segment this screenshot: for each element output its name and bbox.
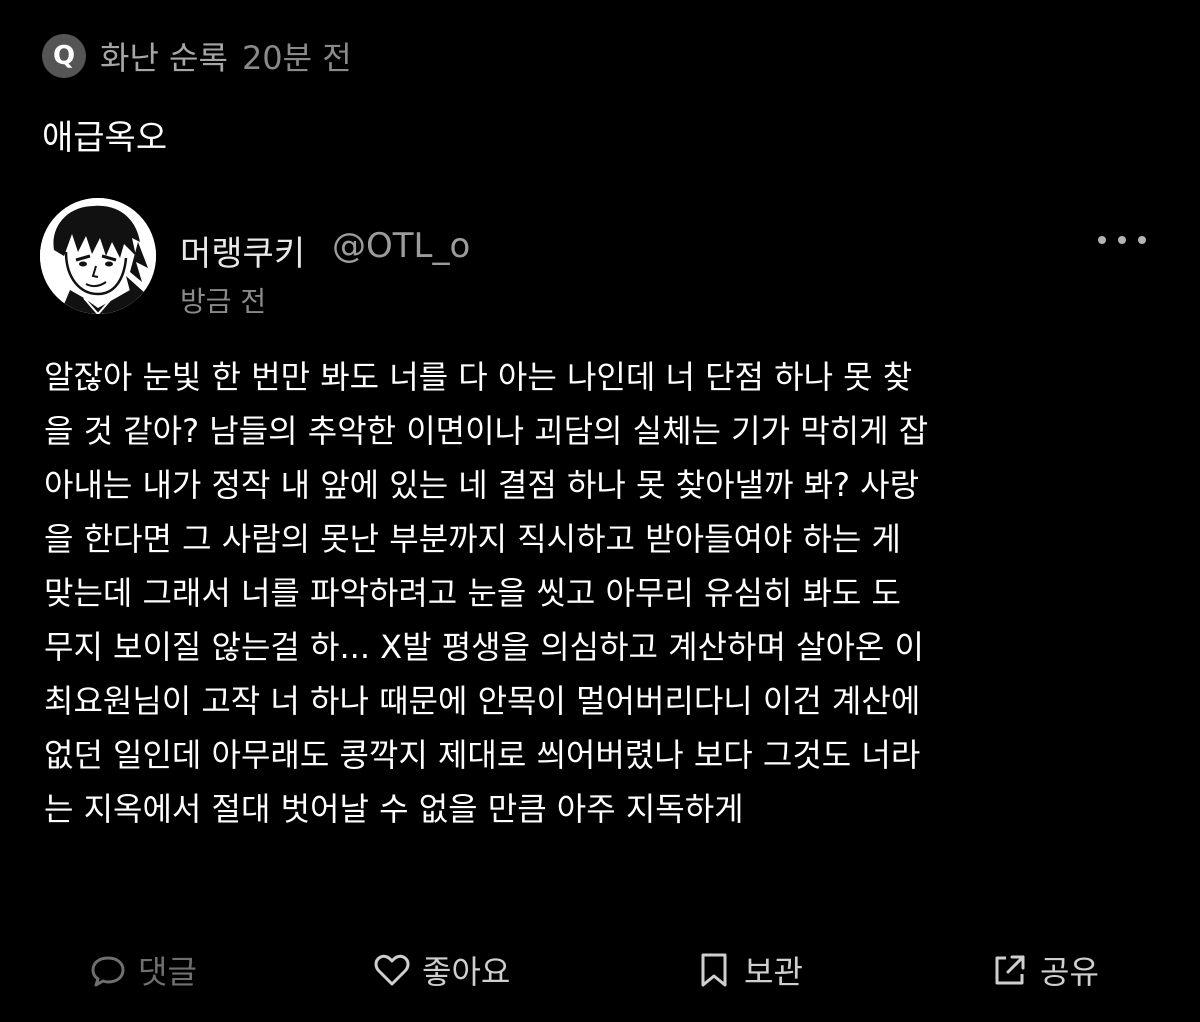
bookmark-icon bbox=[701, 953, 727, 987]
community-header[interactable]: Q 화난 순록 20분 전 bbox=[42, 34, 352, 78]
community-post-time: 20분 전 bbox=[241, 39, 352, 77]
post-body-line: 는 지옥에서 절대 벗어날 수 없을 만큼 아주 지독하게 bbox=[44, 790, 744, 828]
share-button[interactable]: 공유 bbox=[990, 940, 1099, 1000]
author-avatar[interactable] bbox=[40, 198, 156, 314]
post-body-line: 맞는데 그래서 너를 파악하려고 눈을 씻고 아무리 유심히 봐도 도 bbox=[44, 574, 901, 612]
post-time: 방금 전 bbox=[180, 285, 267, 318]
more-options-button[interactable] bbox=[1096, 222, 1148, 258]
more-dot-icon bbox=[1118, 236, 1126, 244]
post-title: 애급옥오 bbox=[42, 118, 168, 158]
comment-button[interactable]: 댓글 bbox=[88, 940, 197, 1000]
save-button[interactable]: 보관 bbox=[694, 940, 803, 1000]
share-label: 공유 bbox=[1040, 953, 1099, 991]
community-name[interactable]: 화난 순록 bbox=[100, 33, 228, 79]
manga-character-avatar-icon bbox=[40, 198, 156, 314]
more-dot-icon bbox=[1138, 236, 1146, 244]
post-body: 알잖아 눈빛 한 번만 봐도 너를 다 아는 나인데 너 단점 하나 못 찾 을… bbox=[44, 350, 1164, 836]
more-dot-icon bbox=[1098, 236, 1106, 244]
comment-label: 댓글 bbox=[138, 953, 197, 991]
post-body-line: 아내는 내가 정작 내 앞에 있는 네 결점 하나 못 찾아낼까 봐? 사랑 bbox=[44, 466, 920, 504]
post-body-line: 없던 일인데 아무래도 콩깍지 제대로 씌어버렸나 보다 그것도 너라 bbox=[44, 736, 921, 774]
author-handle[interactable]: @OTL_o bbox=[332, 226, 470, 266]
like-label: 좋아요 bbox=[422, 953, 511, 991]
post-body-line: 을 한다면 그 사람의 못난 부분까지 직시하고 받아들여야 하는 게 bbox=[44, 520, 901, 558]
post-action-bar: 댓글 좋아요 보관 공유 bbox=[0, 940, 1200, 1000]
post-body-line: 무지 보이질 않는걸 하... X발 평생을 의심하고 계산하며 살아온 이 bbox=[44, 628, 924, 666]
post-body-line: 최요원님이 고작 너 하나 때문에 안목이 멀어버리다니 이건 계산에 bbox=[44, 682, 921, 720]
author-name[interactable]: 머랭쿠키 bbox=[180, 226, 305, 275]
speech-bubble-icon bbox=[91, 956, 125, 987]
post-body-line: 을 것 같아? 남들의 추악한 이면이나 괴담의 실체는 기가 막히게 잡 bbox=[44, 412, 929, 450]
post-body-line: 알잖아 눈빛 한 번만 봐도 너를 다 아는 나인데 너 단점 하나 못 찾 bbox=[44, 358, 913, 396]
community-badge[interactable]: Q bbox=[42, 34, 86, 78]
like-button[interactable]: 좋아요 bbox=[372, 940, 510, 1000]
heart-icon bbox=[374, 954, 410, 986]
share-icon bbox=[995, 955, 1025, 985]
save-label: 보관 bbox=[744, 953, 803, 991]
